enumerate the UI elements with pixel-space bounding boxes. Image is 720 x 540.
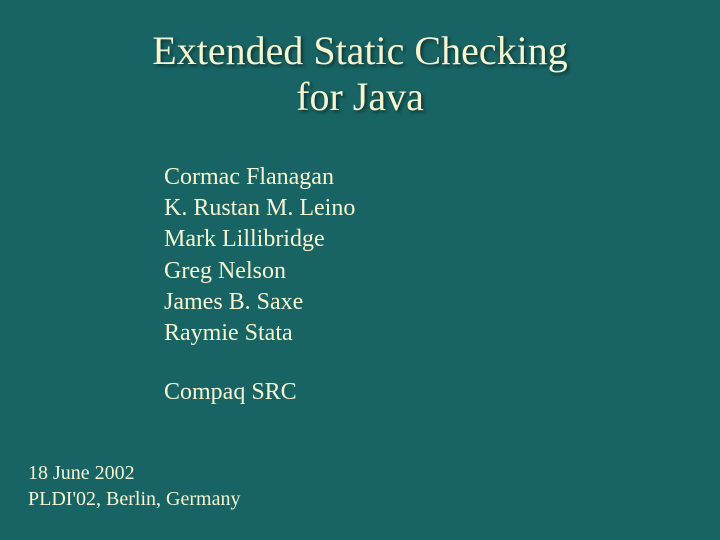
title-line-2: for Java <box>296 74 424 119</box>
authors-list: Cormac Flanagan K. Rustan M. Leino Mark … <box>164 162 720 349</box>
affiliation-text: Compaq SRC <box>164 379 297 405</box>
author-name: Greg Nelson <box>164 256 720 287</box>
author-name: James B. Saxe <box>164 287 720 318</box>
author-name: Mark Lillibridge <box>164 224 720 255</box>
affiliation: Compaq SRC <box>164 379 720 406</box>
footer-venue: PLDI'02, Berlin, Germany <box>28 488 240 510</box>
slide-footer: 18 June 2002 PLDI'02, Berlin, Germany <box>28 460 240 512</box>
slide-title: Extended Static Checking for Java <box>0 0 720 120</box>
title-line-1: Extended Static Checking <box>152 28 567 73</box>
footer-date: 18 June 2002 <box>28 462 135 484</box>
author-name: K. Rustan M. Leino <box>164 193 720 224</box>
author-name: Raymie Stata <box>164 318 720 349</box>
author-name: Cormac Flanagan <box>164 162 720 193</box>
